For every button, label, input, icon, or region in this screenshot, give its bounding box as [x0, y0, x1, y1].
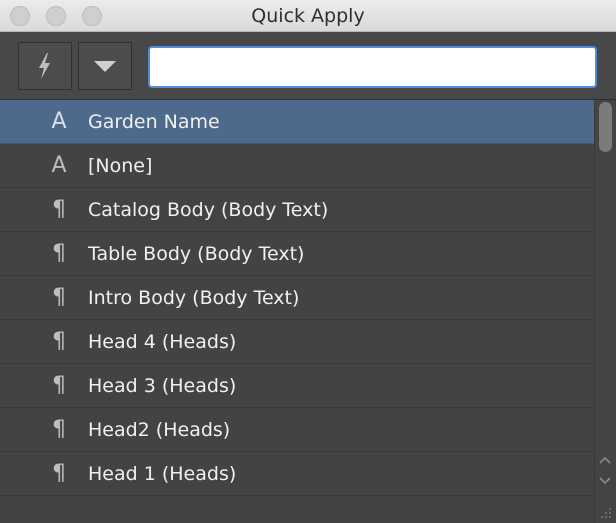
style-name-label: Head 3 (Heads)	[88, 374, 237, 397]
style-list-item[interactable]: ¶ Table Body (Body Text)	[0, 232, 594, 276]
paragraph-style-icon: ¶	[52, 284, 66, 310]
style-list-item[interactable]: ¶ Head 4 (Heads)	[0, 320, 594, 364]
lightning-bolt-icon	[39, 53, 50, 79]
style-list-item[interactable]: ¶ Head2 (Heads)	[0, 408, 594, 452]
character-style-icon: A	[51, 108, 67, 134]
style-list: A Garden Name A [None] ¶ Catalog Body (Body T…	[0, 100, 594, 523]
quick-apply-button[interactable]	[18, 42, 72, 90]
paragraph-style-icon: ¶	[52, 196, 66, 222]
scroll-down-arrow-icon[interactable]	[598, 474, 612, 488]
paragraph-style-icon: ¶	[52, 240, 66, 266]
paragraph-style-icon: ¶	[52, 372, 66, 398]
style-list-item[interactable]: A [None]	[0, 144, 594, 188]
window-title: Quick Apply	[251, 5, 365, 27]
style-list-item[interactable]: ¶ Head 1 (Heads)	[0, 452, 594, 496]
style-name-label: Garden Name	[88, 110, 220, 133]
style-name-label: Head 4 (Heads)	[88, 330, 237, 353]
style-name-label: Head 1 (Heads)	[88, 462, 237, 485]
title-bar[interactable]: Quick Apply	[0, 0, 616, 32]
triangle-down-icon	[94, 61, 116, 72]
style-name-label: Head2 (Heads)	[88, 418, 231, 441]
resize-grip-icon[interactable]	[600, 507, 612, 519]
toolbar	[0, 32, 616, 100]
style-list-item[interactable]: ¶ Intro Body (Body Text)	[0, 276, 594, 320]
style-list-item[interactable]: ¶ Head 3 (Heads)	[0, 364, 594, 408]
style-list-item[interactable]: A Garden Name	[0, 100, 594, 144]
style-list-item[interactable]: ¶ Catalog Body (Body Text)	[0, 188, 594, 232]
paragraph-style-icon: ¶	[52, 460, 66, 486]
style-name-label: Catalog Body (Body Text)	[88, 198, 329, 221]
scroll-up-arrow-icon[interactable]	[598, 453, 612, 467]
paragraph-style-icon: ¶	[52, 416, 66, 442]
scrollbar-thumb[interactable]	[599, 102, 612, 152]
vertical-scrollbar[interactable]	[594, 100, 616, 523]
quick-apply-window: Quick Apply A Garden Name A [None] ¶ Catalog …	[0, 0, 616, 523]
search-input[interactable]	[148, 46, 597, 88]
style-name-label: [None]	[88, 154, 153, 177]
paragraph-style-icon: ¶	[52, 328, 66, 354]
options-menu-button[interactable]	[78, 42, 132, 90]
style-name-label: Table Body (Body Text)	[88, 242, 305, 265]
character-style-icon: A	[51, 152, 67, 178]
style-name-label: Intro Body (Body Text)	[88, 286, 300, 309]
